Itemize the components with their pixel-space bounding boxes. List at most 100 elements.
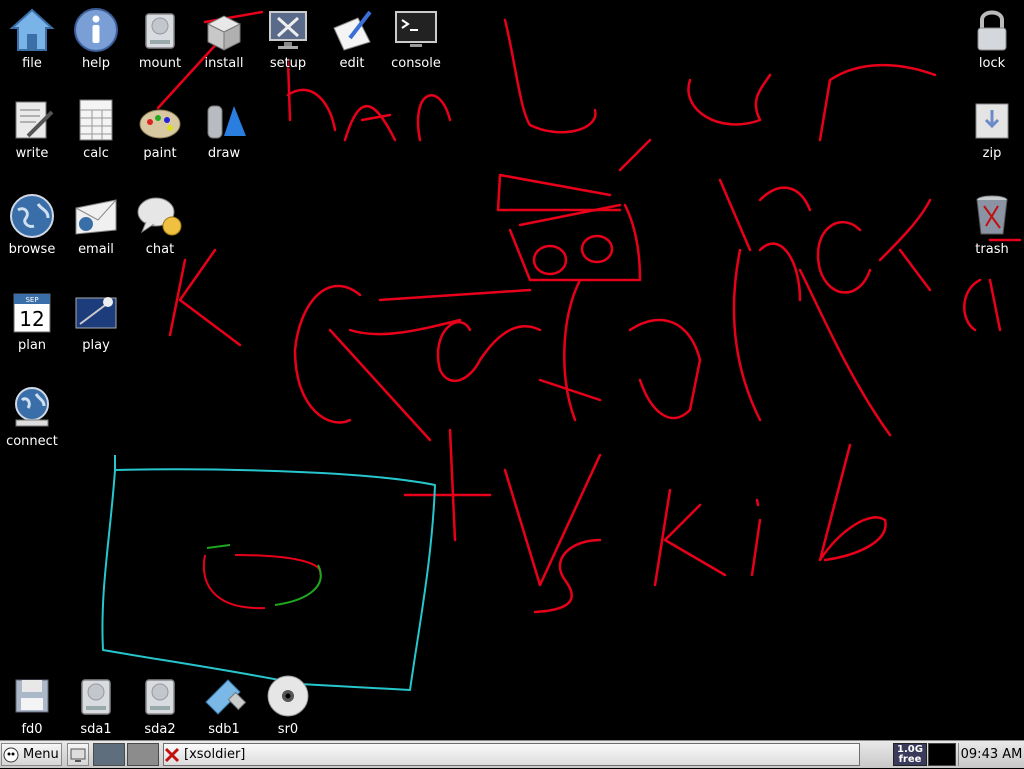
draw-icon-launcher[interactable]: draw <box>192 90 256 172</box>
box-icon <box>206 15 242 51</box>
task-button-xsoldier[interactable]: [xsoldier] <box>163 743 860 766</box>
memory-label: free <box>898 754 922 765</box>
taskbar: Menu [xsoldier] 1.0G free 09:43 AM <box>0 740 1024 768</box>
scribble-n <box>416 94 452 142</box>
envelope-icon <box>75 199 117 235</box>
box-scribble-green <box>206 544 322 606</box>
hard-drive-icon <box>145 679 175 715</box>
scribble-c1 <box>293 284 432 442</box>
shapes-icon <box>207 105 246 139</box>
lock-icon-launcher[interactable]: lock <box>960 0 1024 82</box>
scribble-a2 <box>628 318 702 420</box>
floppy-icon <box>15 679 49 713</box>
browse-icon-launcher[interactable]: browse <box>0 186 64 268</box>
connect-icon-launcher[interactable]: connect <box>0 378 64 460</box>
plan-label: plan <box>17 338 47 353</box>
scribble-lines <box>348 288 532 336</box>
file-label: file <box>22 56 42 71</box>
setup-label: setup <box>269 56 307 71</box>
scribble-tail <box>798 268 892 437</box>
write-icon-launcher[interactable]: write <box>0 90 64 172</box>
trash-can-icon <box>976 195 1008 235</box>
scribble-c2 <box>436 321 542 382</box>
network-globe-icon <box>15 387 49 427</box>
scribble-r <box>818 63 937 142</box>
install-icon-launcher[interactable]: install <box>192 0 256 82</box>
mount-icon-launcher[interactable]: mount <box>128 0 192 82</box>
trash-label: trash <box>975 242 1009 257</box>
drawn-box <box>101 455 436 691</box>
draw-label: draw <box>207 146 241 161</box>
drive-fd0[interactable]: fd0 <box>0 666 64 748</box>
drive-sdb1[interactable]: sdb1 <box>192 666 256 748</box>
install-label: install <box>204 56 244 71</box>
palette-icon <box>139 109 181 139</box>
padlock-icon <box>977 10 1007 51</box>
clock[interactable]: 09:43 AM <box>958 743 1024 766</box>
cd-icon <box>267 675 309 717</box>
play-label: play <box>82 338 110 353</box>
lock-label: lock <box>978 56 1006 71</box>
calc-icon-launcher[interactable]: calc <box>64 90 128 172</box>
terminal-icon <box>395 11 437 47</box>
scribble-k2 <box>653 488 727 587</box>
menu-button[interactable]: Menu <box>1 743 62 766</box>
scribble-i <box>750 498 762 577</box>
file-icon-launcher[interactable]: file <box>0 0 64 82</box>
scribble-a <box>343 104 397 142</box>
scribble-b <box>503 18 597 134</box>
scribble-o <box>816 220 872 294</box>
show-desktop-icon <box>70 748 86 762</box>
scribble-v <box>503 453 602 587</box>
calendar-day: 12 <box>19 307 44 331</box>
console-icon-launcher[interactable]: console <box>384 0 448 82</box>
plan-icon-launcher[interactable]: SEP 12 plan <box>0 282 64 364</box>
scribble-face <box>496 138 652 282</box>
hard-drive-icon <box>81 679 111 715</box>
home-icon <box>9 8 55 51</box>
calendar-month: SEP <box>25 296 38 304</box>
hard-drive-icon <box>145 13 175 49</box>
task-title: [xsoldier] <box>184 747 246 762</box>
sda1-label: sda1 <box>80 722 112 737</box>
console-label: console <box>391 56 441 71</box>
setup-icon-launcher[interactable]: setup <box>256 0 320 82</box>
calendar-icon: SEP 12 <box>13 293 51 333</box>
drive-sda2[interactable]: sda2 <box>128 666 192 748</box>
spreadsheet-icon <box>79 99 113 141</box>
drive-sda1[interactable]: sda1 <box>64 666 128 748</box>
mount-label: mount <box>138 56 182 71</box>
email-icon-launcher[interactable]: email <box>64 186 128 268</box>
show-desktop-button[interactable] <box>67 743 89 766</box>
paint-icon-launcher[interactable]: paint <box>128 90 192 172</box>
scribble-eye-left <box>532 244 568 276</box>
chat-icon-launcher[interactable]: chat <box>128 186 192 268</box>
trash-icon-launcher[interactable]: trash <box>960 186 1024 268</box>
box-scribble-red <box>202 554 322 610</box>
globe-icon <box>10 194 54 238</box>
sr0-label: sr0 <box>277 722 299 737</box>
fd0-label: fd0 <box>21 722 43 737</box>
pager-desktop-1[interactable] <box>93 743 125 766</box>
scribble-u <box>687 73 772 126</box>
chat-label: chat <box>145 242 175 257</box>
paint-label: paint <box>143 146 177 161</box>
help-icon-launcher[interactable]: help <box>64 0 128 82</box>
pen-paper-icon <box>333 10 372 51</box>
x-app-icon <box>164 747 180 762</box>
scribble-d <box>878 198 932 292</box>
play-icon-launcher[interactable]: play <box>64 282 128 364</box>
zip-label: zip <box>982 146 1002 161</box>
write-label: write <box>15 146 49 161</box>
scribble-r2 <box>732 242 802 422</box>
scribble-n2 <box>538 278 602 422</box>
edit-icon-launcher[interactable]: edit <box>320 0 384 82</box>
cpu-graph <box>928 743 956 766</box>
pager-desktop-2[interactable] <box>127 743 159 766</box>
scribble-b2 <box>818 443 887 562</box>
sda2-label: sda2 <box>144 722 176 737</box>
zip-icon-launcher[interactable]: zip <box>960 90 1024 172</box>
usb-drive-icon <box>205 679 247 715</box>
browse-label: browse <box>8 242 56 257</box>
drive-sr0[interactable]: sr0 <box>256 666 320 748</box>
